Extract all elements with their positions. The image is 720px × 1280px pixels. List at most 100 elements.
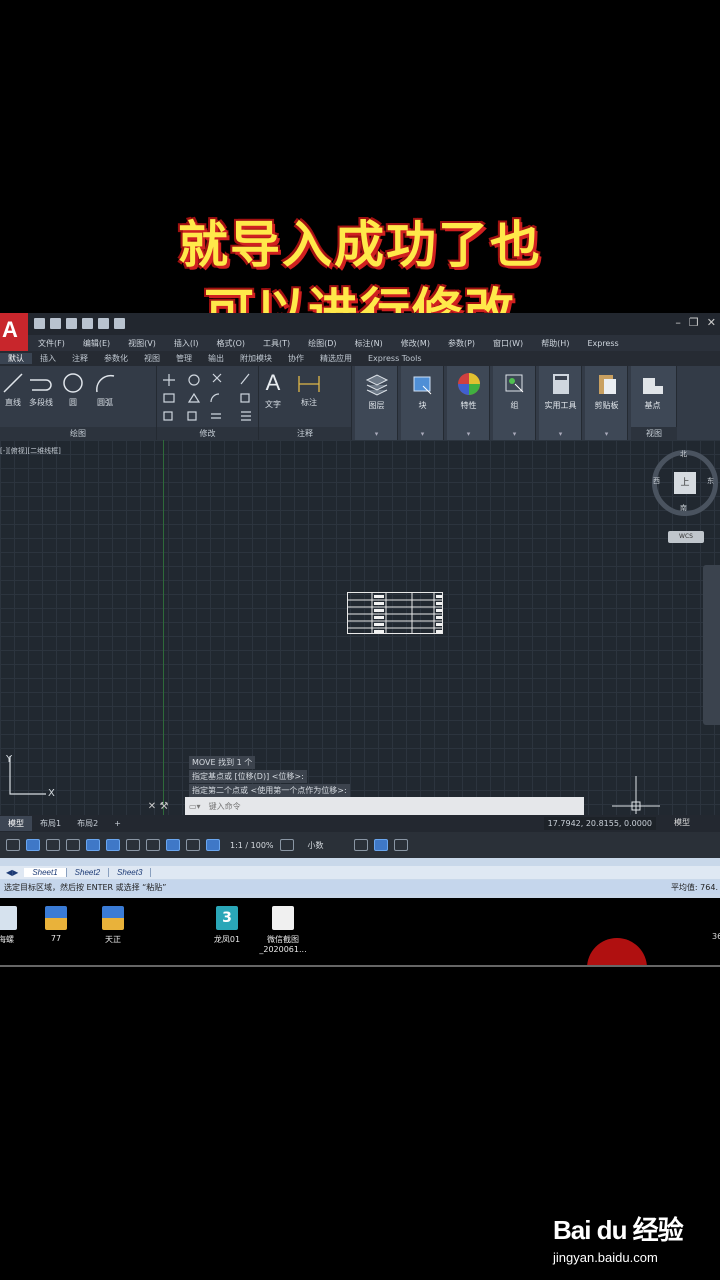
line-tool[interactable]: 直线 (2, 372, 24, 408)
ribbon-tab[interactable]: Express Tools (360, 354, 430, 363)
document-icon (102, 906, 124, 930)
draw-group: 直线 多段线 圆 圆弧 绘图 (0, 366, 157, 440)
sheet1-tab[interactable]: Sheet1 (24, 868, 67, 877)
ribbon-tab[interactable]: 参数化 (96, 353, 136, 364)
lineweight-icon[interactable] (126, 839, 140, 851)
osnap-icon[interactable] (86, 839, 100, 851)
dimension-tool[interactable]: 标注 (297, 372, 321, 408)
ortho-icon[interactable] (46, 839, 60, 851)
view-group-label[interactable]: 视图 (631, 427, 677, 440)
ribbon-tab[interactable]: 视图 (136, 353, 168, 364)
layer-button[interactable]: 图层 ▾ (355, 366, 398, 440)
annotation-group-label[interactable]: 注释 (259, 427, 351, 440)
modify-tools-icon[interactable] (161, 370, 261, 428)
circle-tool[interactable]: 圆 (62, 372, 84, 408)
sheet2-tab[interactable]: Sheet2 (67, 868, 110, 877)
add-layout-icon[interactable]: + (106, 817, 129, 830)
restore-icon[interactable]: ❐ (689, 316, 699, 329)
baidu-watermark: Bai du 经验 jingyan.baidu.com (553, 1210, 684, 1265)
new-icon[interactable] (34, 318, 45, 329)
minimize-icon[interactable]: – (675, 316, 681, 329)
menu-item[interactable]: 帮助(H) (541, 338, 569, 349)
ribbon-tab[interactable]: 附加模块 (232, 353, 280, 364)
annotation-icon[interactable] (206, 839, 220, 851)
desktop-icon-2[interactable]: 77 (26, 906, 86, 943)
ribbon-tab[interactable]: 插入 (32, 353, 64, 364)
ribbon-tab[interactable]: 精选应用 (312, 353, 360, 364)
command-input[interactable]: ▭▾ 键入命令 (185, 797, 584, 815)
ribbon-tab[interactable]: 注释 (64, 353, 96, 364)
sheet3-tab[interactable]: Sheet3 (109, 868, 152, 877)
units-dropdown[interactable]: 小数 (308, 840, 324, 851)
save-as-icon[interactable] (82, 318, 93, 329)
viewcube-face[interactable]: 上 (674, 472, 696, 494)
save-icon[interactable] (66, 318, 77, 329)
ribbon-tab[interactable]: 协作 (280, 353, 312, 364)
sheet-nav-icon[interactable]: ◀▶ (0, 868, 24, 877)
selection-cycling-icon[interactable] (166, 839, 180, 851)
3d-osnap-icon[interactable] (186, 839, 200, 851)
clipboard-icon (599, 375, 616, 394)
tab-layout2[interactable]: 布局2 (69, 816, 106, 831)
model-space-toggle[interactable]: 模型 (674, 817, 690, 828)
navigation-bar[interactable] (703, 565, 720, 725)
grid-icon[interactable] (6, 839, 20, 851)
text-tool[interactable]: A 文字 (265, 370, 281, 410)
menu-item[interactable]: 修改(M) (401, 338, 430, 349)
wcs-menu[interactable]: WCS (668, 531, 704, 543)
autocad-logo[interactable]: A (0, 313, 28, 353)
fullscreen-icon[interactable] (393, 839, 408, 851)
menu-item[interactable]: 编辑(E) (83, 338, 110, 349)
menu-item[interactable]: 视图(V) (128, 338, 156, 349)
imported-table[interactable] (347, 592, 443, 634)
drawing-viewport[interactable]: [-][俯视][二维线框] 北 南 东 西 上 WCS Y X MOVE 找到 … (0, 440, 720, 815)
menu-item[interactable]: 绘图(D) (308, 338, 336, 349)
print-icon[interactable] (98, 318, 109, 329)
menu-item[interactable]: 标注(N) (355, 338, 383, 349)
arc-tool[interactable]: 圆弧 (94, 372, 116, 408)
block-button[interactable]: 块 ▾ (401, 366, 444, 440)
utilities-button[interactable]: 实用工具 ▾ (539, 366, 582, 440)
ribbon-tab[interactable]: 管理 (168, 353, 200, 364)
snap-icon[interactable] (26, 839, 40, 851)
menu-item[interactable]: 工具(T) (263, 338, 290, 349)
open-icon[interactable] (50, 318, 61, 329)
menu-item[interactable]: 文件(F) (38, 338, 65, 349)
desktop-icon-3[interactable]: 天正 (83, 906, 143, 945)
tab-layout1[interactable]: 布局1 (32, 816, 69, 831)
desktop-icon-4[interactable]: 3 龙凤01 (197, 906, 257, 945)
menu-item[interactable]: 窗口(W) (493, 338, 523, 349)
clipboard-button[interactable]: 剪贴板 ▾ (585, 366, 628, 440)
menu-item[interactable]: 格式(O) (216, 338, 245, 349)
menu-item[interactable]: Express (587, 339, 618, 348)
close-icon[interactable]: ✕ (707, 316, 716, 329)
quick-properties-icon[interactable] (353, 839, 368, 851)
undo-icon[interactable] (114, 318, 125, 329)
isolate-icon[interactable] (373, 839, 388, 851)
close-command-icon[interactable]: ✕ (146, 801, 158, 812)
ribbon-tab[interactable]: 默认 (0, 353, 32, 364)
customize-icon[interactable]: ⚒ (158, 801, 170, 812)
ribbon-tab[interactable]: 输出 (200, 353, 232, 364)
polyline-icon (30, 379, 52, 391)
workspace-icon[interactable] (279, 839, 294, 851)
quick-access-toolbar (34, 318, 125, 329)
polyline-tool[interactable]: 多段线 (28, 372, 54, 408)
west-label: 西 (653, 477, 660, 485)
properties-button[interactable]: 特性 ▾ (447, 366, 490, 440)
arc-icon (96, 374, 115, 393)
menu-item[interactable]: 插入(I) (174, 338, 199, 349)
transparency-icon[interactable] (146, 839, 160, 851)
viewport-controls[interactable]: [-][俯视][二维线框] (0, 446, 61, 456)
desktop-icon-5[interactable]: 微信截图_2020061... (253, 906, 313, 954)
annotation-scale[interactable]: 1:1 / 100% (230, 841, 274, 850)
otrack-icon[interactable] (106, 839, 120, 851)
polar-icon[interactable] (66, 839, 80, 851)
modify-group-label[interactable]: 修改 (157, 427, 258, 440)
tab-model[interactable]: 模型 (0, 816, 32, 831)
group-button[interactable]: 组 ▾ (493, 366, 536, 440)
viewcube[interactable]: 北 南 东 西 上 (652, 450, 718, 516)
draw-group-label[interactable]: 绘图 (0, 427, 156, 440)
menu-item[interactable]: 参数(P) (448, 338, 475, 349)
file-icon (0, 906, 17, 930)
